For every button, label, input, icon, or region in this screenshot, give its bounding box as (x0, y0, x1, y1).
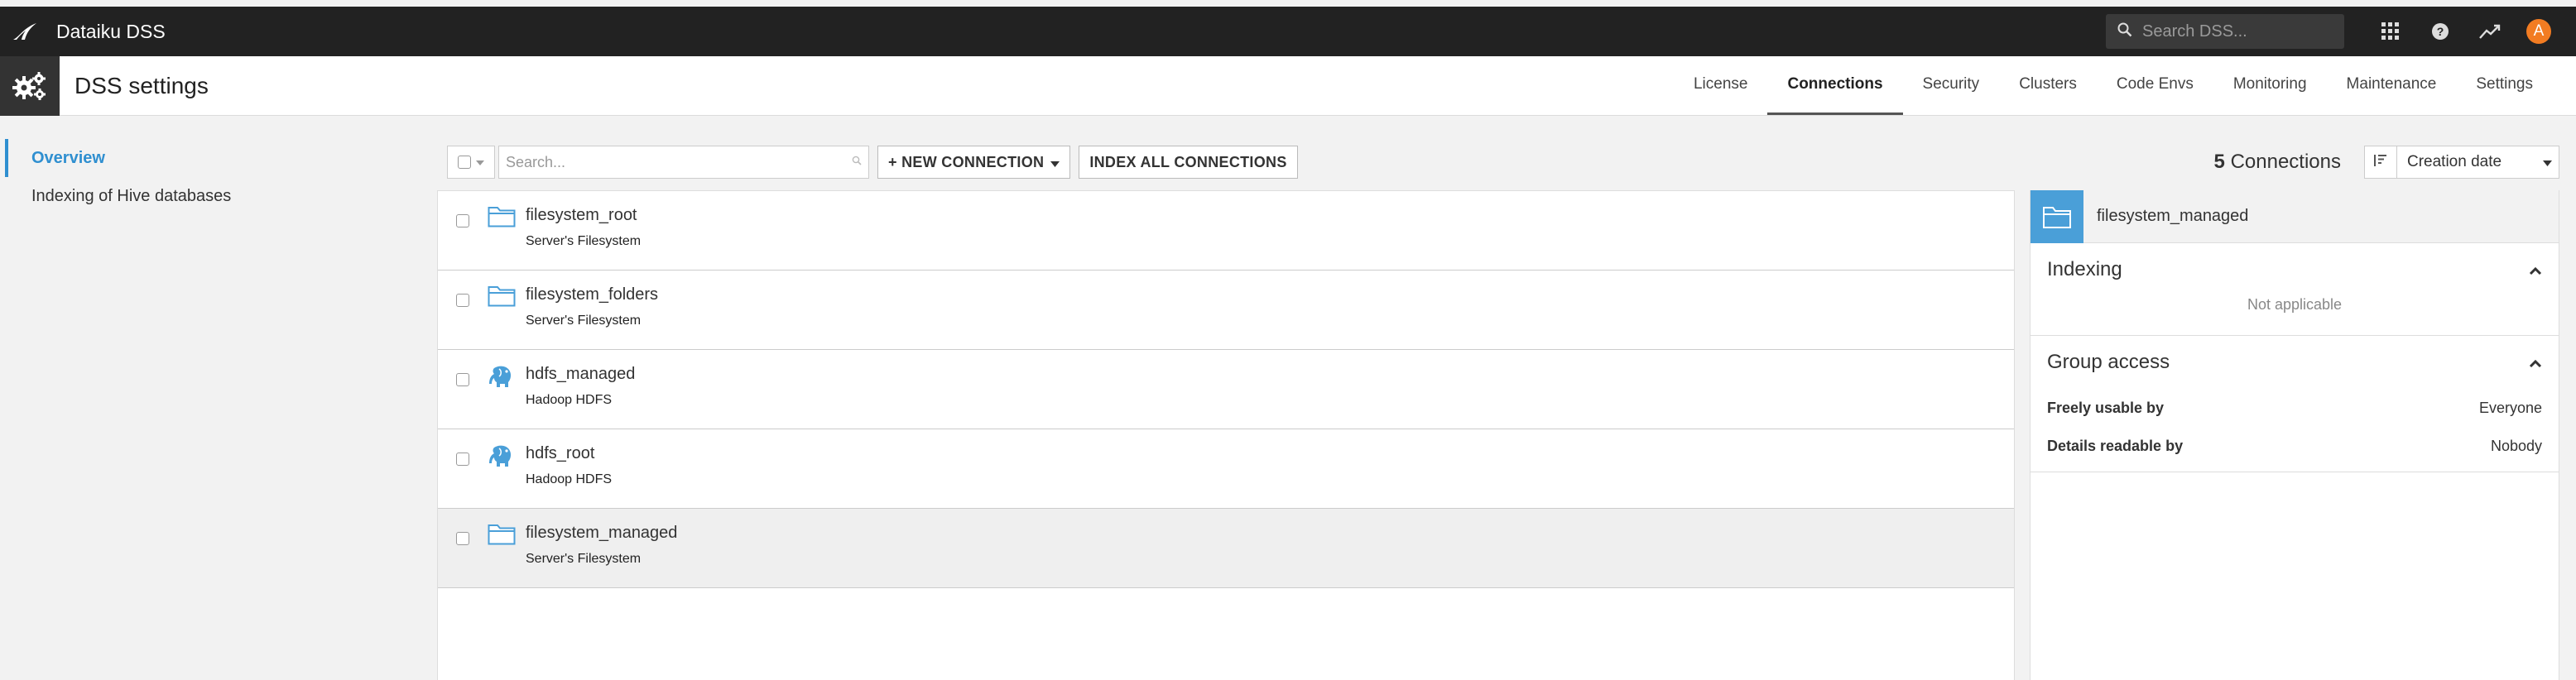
chevron-up-icon[interactable] (2529, 351, 2542, 374)
apps-grid-icon[interactable] (2366, 7, 2415, 56)
connection-type: Hadoop HDFS (526, 472, 613, 486)
new-connection-button[interactable]: + NEW CONNECTION (877, 146, 1071, 179)
caret-down-icon (1050, 154, 1060, 171)
connection-type: Server's Filesystem (526, 552, 642, 566)
global-search-input[interactable] (2142, 22, 2324, 41)
connections-list: filesystem_root Server's Filesystem file… (437, 190, 2015, 680)
connections-count: 5 Connections (2214, 151, 2341, 174)
connections-count-value: 5 (2213, 151, 2225, 173)
freely-usable-label: Freely usable by (2047, 399, 2165, 416)
connection-row-selected[interactable]: filesystem_managed Server's Filesystem (438, 509, 2014, 588)
page-title: DSS settings (74, 72, 209, 98)
chevron-up-icon[interactable] (2529, 258, 2542, 281)
connection-type: Server's Filesystem (526, 234, 642, 248)
tab-monitoring[interactable]: Monitoring (2213, 56, 2327, 115)
tab-code-envs[interactable]: Code Envs (2097, 56, 2213, 115)
caret-down-icon (2543, 153, 2552, 171)
caret-down-icon (476, 155, 484, 170)
group-access-section-header[interactable]: Group access (2047, 336, 2542, 389)
select-all-checkbox[interactable] (458, 156, 471, 169)
connection-name[interactable]: filesystem_managed (526, 524, 677, 543)
indexing-section: Indexing Not applicable (2031, 243, 2559, 336)
connection-row[interactable]: filesystem_root Server's Filesystem (438, 191, 2014, 271)
connection-row[interactable]: hdfs_managed Hadoop HDFS (438, 350, 2014, 429)
connection-name[interactable]: hdfs_root (526, 444, 594, 463)
panel-header: filesystem_managed (2031, 189, 2559, 243)
tab-security[interactable]: Security (1903, 56, 2000, 115)
connection-details-panel: filesystem_managed Indexing Not applicab… (2030, 189, 2559, 680)
user-avatar[interactable]: A (2526, 19, 2551, 44)
folder-icon (2031, 189, 2083, 243)
page-header: DSS settings License Connections Securit… (0, 55, 2576, 116)
tab-maintenance[interactable]: Maintenance (2327, 56, 2457, 115)
select-all-dropdown[interactable] (447, 146, 495, 179)
freely-usable-value: Everyone (2478, 399, 2542, 416)
index-all-connections-button[interactable]: INDEX ALL CONNECTIONS (1079, 146, 1298, 179)
row-checkbox[interactable] (456, 373, 469, 386)
search-icon (2117, 22, 2132, 41)
dataiku-logo-icon[interactable] (8, 14, 43, 49)
connection-row[interactable]: hdfs_root Hadoop HDFS (438, 429, 2014, 509)
svg-text:?: ? (2437, 25, 2444, 38)
connection-row[interactable]: filesystem_folders Server's Filesystem (438, 271, 2014, 350)
new-connection-label: + NEW CONNECTION (888, 153, 1045, 170)
connections-search-box[interactable] (498, 146, 869, 179)
global-search-box[interactable] (2106, 14, 2344, 49)
connection-type: Server's Filesystem (526, 314, 642, 328)
search-icon (852, 155, 862, 170)
folder-icon (488, 522, 517, 547)
connections-toolbar: + NEW CONNECTION INDEX ALL CONNECTIONS 5… (447, 144, 2559, 180)
details-readable-value: Nobody (2490, 437, 2542, 454)
group-access-section: Group access Freely usable by Everyone D… (2031, 336, 2559, 472)
folder-icon (488, 284, 517, 309)
tab-settings[interactable]: Settings (2456, 56, 2553, 115)
sort-by-select[interactable]: Creation date (2397, 146, 2559, 179)
tab-clusters[interactable]: Clusters (1999, 56, 2097, 115)
top-navbar: Dataiku DSS ? A (0, 7, 2576, 56)
app-title[interactable]: Dataiku DSS (56, 21, 166, 43)
connection-name[interactable]: filesystem_folders (526, 285, 658, 304)
sort-order-icon (2373, 154, 2388, 171)
sidebar-item-overview[interactable]: Overview (0, 139, 430, 177)
freely-usable-row: Freely usable by Everyone (2047, 389, 2542, 427)
folder-icon (488, 204, 517, 229)
tab-connections[interactable]: Connections (1767, 56, 1903, 115)
selected-connection-name: filesystem_managed (2097, 207, 2249, 225)
indexing-status: Not applicable (2247, 296, 2343, 313)
sort-by-value: Creation date (2407, 153, 2502, 170)
sidebar: Overview Indexing of Hive databases (0, 116, 430, 680)
row-checkbox[interactable] (456, 214, 469, 227)
help-icon[interactable]: ? (2415, 7, 2465, 56)
hadoop-elephant-icon (488, 363, 517, 388)
row-checkbox[interactable] (456, 532, 469, 545)
connections-search-input[interactable] (506, 153, 852, 171)
tab-license[interactable]: License (1674, 56, 1768, 115)
sort-order-button[interactable] (2364, 146, 2397, 179)
details-readable-label: Details readable by (2047, 437, 2184, 454)
settings-tabs: License Connections Security Clusters Co… (1674, 56, 2553, 115)
group-access-title: Group access (2047, 351, 2170, 373)
connection-type: Hadoop HDFS (526, 393, 613, 407)
row-checkbox[interactable] (456, 453, 469, 466)
sidebar-item-hive-indexing[interactable]: Indexing of Hive databases (0, 177, 430, 215)
indexing-section-header[interactable]: Indexing (2047, 243, 2542, 296)
indexing-title: Indexing (2047, 258, 2122, 280)
connection-name[interactable]: hdfs_managed (526, 365, 635, 384)
connections-count-label: Connections (2230, 151, 2341, 173)
hadoop-elephant-icon (488, 443, 517, 467)
trend-chart-icon[interactable] (2465, 7, 2515, 56)
row-checkbox[interactable] (456, 294, 469, 307)
connection-name[interactable]: filesystem_root (526, 206, 637, 225)
details-readable-row: Details readable by Nobody (2047, 427, 2542, 465)
gears-icon (0, 55, 60, 116)
